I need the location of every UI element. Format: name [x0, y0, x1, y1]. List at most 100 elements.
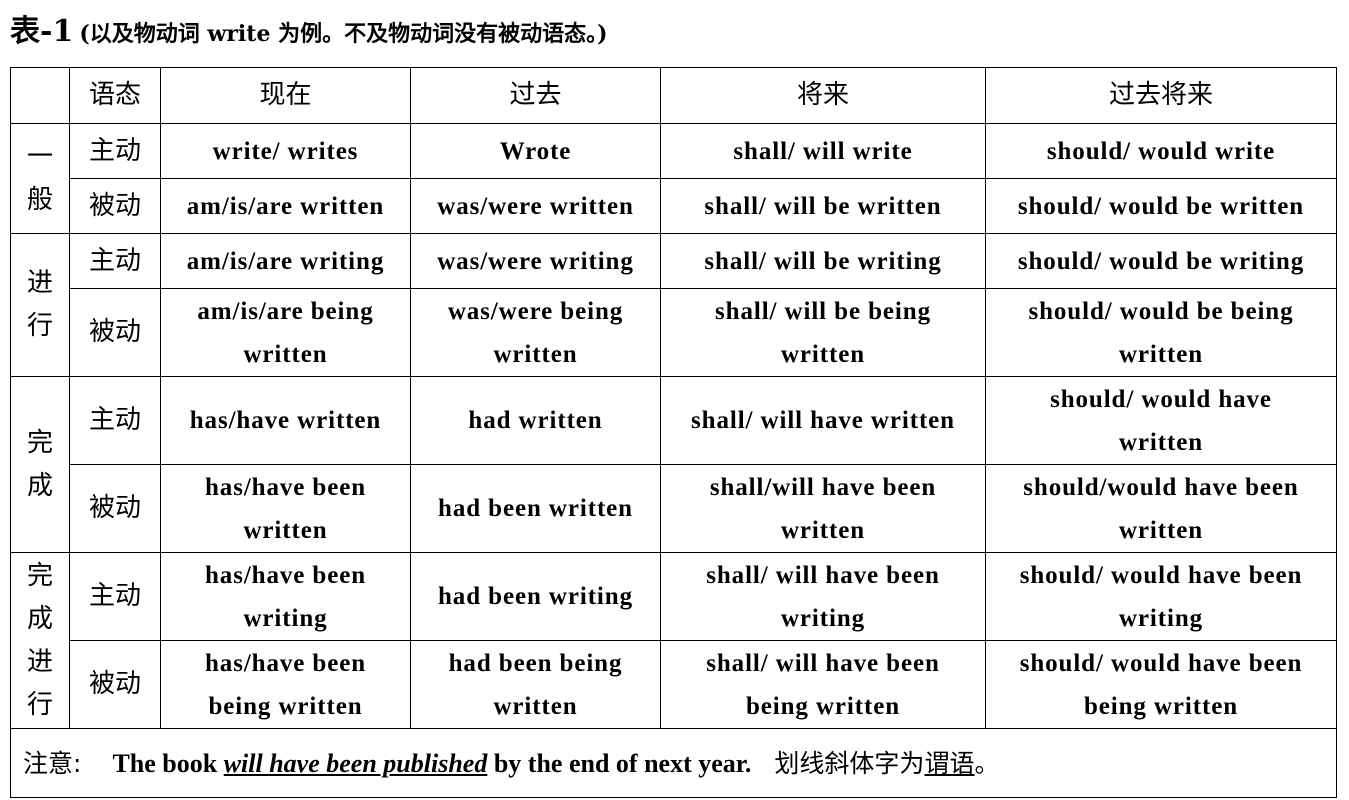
header-future: 将来 — [660, 67, 986, 124]
tense-form-line: writing — [243, 604, 328, 632]
tense-form-line: has/have written — [189, 407, 382, 434]
note-sentence-start: The book — [112, 748, 224, 778]
header-past-future: 过去将来 — [985, 67, 1337, 124]
tense-form-line: shall/ will be written — [704, 192, 942, 220]
tense-body: 一般 主动 write/ writes Wrote shall/ will write s… — [10, 123, 1337, 729]
tense-form-cell: shall/ will have been writing — [660, 552, 986, 641]
tense-form-cell: should/would have been written — [985, 464, 1337, 553]
tense-category-label: 进行 — [27, 268, 54, 341]
tense-form-cell: should/ would be writing — [985, 233, 1337, 289]
table-row: 完成进行 主动 has/have been writing had been writi… — [10, 552, 1337, 729]
tense-form-line: should/ would have been — [1019, 649, 1303, 677]
tense-form-line: written — [1118, 516, 1204, 544]
tense-form-line: had been written — [438, 495, 633, 522]
tense-form-line: being written — [1083, 692, 1239, 720]
tense-form-cell: has/have written — [160, 376, 411, 465]
voice-cell: 主动 — [69, 376, 161, 465]
tense-form-line: has/have been — [204, 649, 367, 677]
tense-form-cell: had been being written — [410, 640, 661, 729]
tense-form-line: shall/ will have written — [691, 407, 955, 434]
tense-form-line: written — [243, 516, 328, 544]
voice-cell: 被动 — [69, 640, 161, 729]
tense-form-cell: was/were writing — [410, 233, 661, 289]
tense-form-line: written — [493, 692, 578, 720]
tense-form-line: should/ would have — [1050, 385, 1272, 413]
header-voice: 语态 — [69, 67, 161, 124]
tense-form-line: shall/ will have been — [706, 649, 940, 677]
tense-form-cell: has/have been writing — [160, 552, 411, 641]
voice-cell: 主动 — [69, 233, 161, 289]
tense-category-cell: 完成进行 — [10, 552, 70, 729]
tense-form-cell: should/ would be being written — [985, 288, 1337, 377]
note-cell: 注意: The book will have been published by… — [10, 728, 1337, 798]
tense-form-line: written — [780, 340, 866, 368]
tense-form-line: should/ would write — [1046, 137, 1276, 165]
tense-form-line: am/is/are being — [197, 297, 374, 325]
tense-form-cell: should/ would have written — [985, 376, 1337, 465]
voice-cell: 被动 — [69, 178, 161, 234]
tense-category-cell: 进行 — [10, 233, 70, 377]
tense-form-line: should/ would be written — [1017, 192, 1305, 220]
tense-form-cell: shall/ will be writing — [660, 233, 986, 289]
tense-form-cell: shall/ will have been being written — [660, 640, 986, 729]
table-row: 被动 has/have been written had been written sh… — [11, 464, 1337, 553]
tense-form-cell: should/ would have been being written — [985, 640, 1337, 729]
tense-form-line: write/ writes — [212, 137, 359, 165]
tense-form-cell: was/were written — [410, 178, 661, 234]
tense-form-cell: shall/will have been written — [660, 464, 986, 553]
tense-category-cell: 一般 — [10, 123, 70, 234]
table-row: 一般 主动 write/ writes Wrote shall/ will write s… — [10, 123, 1337, 234]
note-explain-term: 谓语 — [924, 748, 975, 778]
tense-form-cell: am/is/are writing — [160, 233, 411, 289]
tense-form-cell: am/is/are written — [160, 178, 411, 234]
caption-label: 表-1 — [10, 14, 74, 49]
caption-note: (以及物动词 write 为例。不及物动词没有被动语态。) — [79, 21, 608, 47]
header-past: 过去 — [410, 67, 661, 124]
tense-form-cell: shall/ will have written — [660, 376, 986, 465]
tense-form-line: am/is/are writing — [186, 247, 385, 275]
voice-cell: 主动 — [69, 123, 161, 179]
table-caption: 表-1 (以及物动词 write 为例。不及物动词没有被动语态。) — [10, 6, 608, 50]
tense-category-label: 完成进行 — [27, 560, 54, 720]
tense-form-line: written — [493, 340, 578, 368]
tense-form-line: should/ would be writing — [1017, 247, 1305, 275]
tense-form-cell: was/were being written — [410, 288, 661, 377]
tense-form-cell: should/ would be written — [985, 178, 1337, 234]
tense-form-line: has/have been — [204, 561, 367, 589]
note-label: 注意: — [23, 748, 82, 778]
tense-form-line: had written — [468, 407, 603, 434]
header-row: 语态 现在 过去 将来 过去将来 — [10, 67, 1337, 124]
tense-form-line: was/were writing — [437, 247, 634, 275]
tense-form-cell: Wrote — [410, 123, 661, 179]
tense-form-line: written — [243, 340, 328, 368]
header-present: 现在 — [160, 67, 411, 124]
tense-form-cell: has/have been written — [160, 464, 411, 553]
tense-form-line: was/were written — [437, 192, 634, 220]
tense-form-line: shall/will have been — [709, 473, 937, 501]
tense-form-cell: write/ writes — [160, 123, 411, 179]
tense-form-line: being written — [208, 692, 363, 720]
tense-form-line: writing — [1118, 604, 1204, 632]
tense-form-line: had been being — [448, 649, 623, 677]
tense-form-line: has/have been — [204, 473, 367, 501]
tense-form-line: being written — [745, 692, 901, 720]
tense-form-line: shall/ will be being — [715, 297, 931, 325]
note-sentence-emphasis: will have been published — [223, 748, 488, 778]
tense-form-cell: should/ would have been writing — [985, 552, 1337, 641]
tense-form-cell: had been written — [410, 464, 661, 553]
tense-form-line: was/were being — [447, 297, 624, 325]
table-row: 完成 主动 has/have written had written shall/ wi… — [10, 376, 1337, 553]
note-explain-suffix: 。 — [974, 748, 1000, 778]
tense-form-cell: has/have been being written — [160, 640, 411, 729]
tense-form-line: shall/ will have been — [706, 561, 940, 589]
tense-form-cell: had been writing — [410, 552, 661, 641]
header-corner — [10, 67, 70, 124]
voice-cell: 主动 — [69, 552, 161, 641]
tense-form-cell: should/ would write — [985, 123, 1337, 179]
table-row: 被动 has/have been being written had been bei… — [11, 640, 1337, 729]
voice-cell: 被动 — [69, 464, 161, 553]
tense-table: 语态 现在 过去 将来 过去将来 一般 主动 write/ writes Wrote s… — [10, 67, 1337, 798]
tense-form-cell: had written — [410, 376, 661, 465]
tense-form-line: should/would have been — [1023, 473, 1299, 501]
tense-form-line: written — [780, 516, 866, 544]
